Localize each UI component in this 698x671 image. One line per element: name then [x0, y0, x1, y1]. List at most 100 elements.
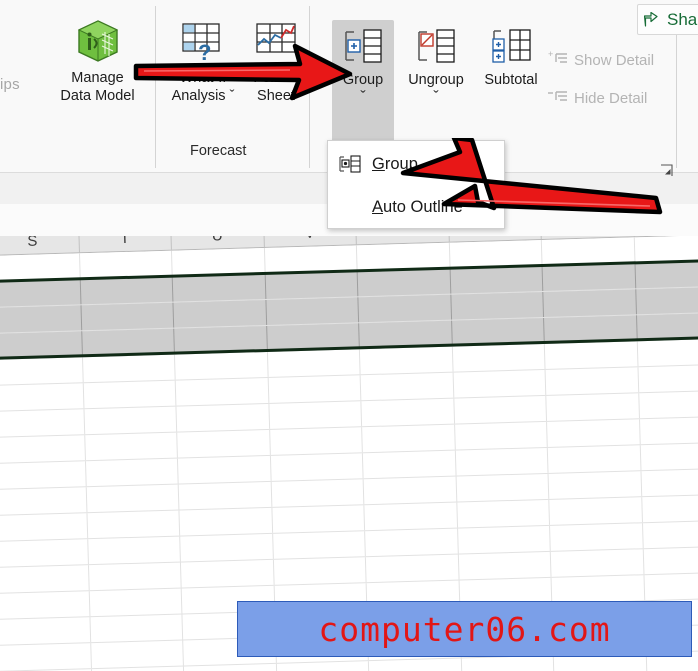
cell[interactable] [177, 455, 272, 484]
cell[interactable] [452, 343, 546, 372]
cell[interactable] [549, 497, 643, 525]
menu-item-group[interactable]: Group... [328, 144, 506, 184]
cell[interactable] [362, 424, 456, 453]
cell[interactable] [80, 276, 174, 305]
cell[interactable] [0, 487, 87, 515]
chevron-down-icon[interactable]: ˇ [332, 89, 394, 107]
cell[interactable] [362, 450, 457, 479]
cell[interactable] [265, 271, 359, 299]
cell[interactable] [454, 421, 548, 450]
cell[interactable] [88, 562, 182, 591]
cell[interactable] [637, 338, 698, 367]
cell[interactable] [82, 354, 176, 383]
cell[interactable] [638, 364, 698, 393]
cell[interactable] [359, 346, 454, 375]
group-button[interactable]: Group ˇ [332, 20, 394, 142]
cell[interactable] [457, 525, 551, 554]
cell[interactable] [642, 520, 698, 549]
cell[interactable] [267, 349, 361, 377]
cell[interactable] [0, 513, 88, 541]
cell[interactable] [0, 409, 85, 437]
cell[interactable] [173, 299, 267, 328]
cell[interactable] [545, 367, 639, 395]
cell[interactable] [635, 260, 698, 289]
cell[interactable] [634, 236, 698, 263]
cell[interactable] [551, 575, 645, 603]
cell[interactable] [364, 502, 458, 531]
cell[interactable] [461, 655, 555, 671]
cell[interactable] [86, 510, 181, 539]
cell[interactable] [84, 432, 178, 461]
cell[interactable] [180, 533, 274, 562]
cell[interactable] [644, 572, 698, 601]
cell[interactable] [547, 419, 641, 447]
cell[interactable] [365, 528, 459, 557]
column-header-s[interactable]: S [0, 236, 80, 255]
cell[interactable] [450, 291, 545, 320]
cell[interactable] [87, 536, 181, 565]
cell[interactable] [0, 305, 82, 333]
cell[interactable] [180, 559, 275, 588]
cell[interactable] [640, 442, 698, 471]
cell[interactable] [271, 505, 366, 533]
cell[interactable] [85, 458, 179, 487]
cell[interactable] [641, 494, 698, 523]
cell[interactable] [544, 341, 638, 369]
cell[interactable] [175, 377, 269, 406]
share-button[interactable]: Sha [637, 4, 698, 35]
cell[interactable] [80, 302, 175, 331]
cell[interactable] [265, 297, 360, 325]
column-header-t[interactable]: T [78, 236, 172, 253]
cell[interactable] [361, 398, 455, 427]
cell[interactable] [0, 383, 84, 411]
cell[interactable] [271, 479, 365, 507]
cell[interactable] [276, 661, 370, 671]
subtotal-button[interactable]: Subtotal [474, 26, 548, 89]
cell[interactable] [0, 565, 90, 593]
cell[interactable] [178, 481, 272, 510]
cell[interactable] [550, 523, 644, 551]
cell[interactable] [89, 588, 183, 617]
cell[interactable] [458, 551, 552, 580]
chevron-down-icon[interactable]: ˇ [230, 88, 235, 104]
cell[interactable] [89, 614, 184, 643]
cell[interactable] [0, 539, 89, 567]
cell[interactable] [450, 265, 544, 294]
cell[interactable] [0, 279, 81, 307]
cell[interactable] [643, 546, 698, 575]
cell[interactable] [0, 357, 84, 385]
cell[interactable] [547, 445, 641, 473]
cell[interactable] [0, 435, 86, 463]
cell[interactable] [179, 507, 273, 536]
dialog-launcher-icon[interactable] [660, 164, 673, 177]
cell[interactable] [177, 429, 271, 458]
cell[interactable] [639, 416, 698, 445]
cell[interactable] [268, 401, 363, 429]
cell[interactable] [456, 499, 551, 528]
cell[interactable] [172, 273, 266, 302]
cell[interactable] [0, 617, 91, 645]
cell[interactable] [272, 531, 366, 559]
cell[interactable] [641, 468, 698, 497]
ungroup-button[interactable]: Ungroup ˇ [398, 26, 474, 107]
cell[interactable] [174, 351, 269, 380]
cell[interactable] [90, 640, 184, 669]
cell[interactable] [368, 658, 463, 671]
cell[interactable] [550, 549, 644, 577]
cell[interactable] [86, 484, 180, 513]
cell[interactable] [453, 395, 548, 424]
cell[interactable] [365, 554, 460, 583]
cell[interactable] [546, 393, 640, 421]
cell[interactable] [273, 557, 367, 585]
cell[interactable] [548, 471, 642, 499]
cell[interactable] [638, 390, 698, 419]
cell[interactable] [270, 453, 364, 481]
what-if-analysis-button[interactable]: ? What-If Analysis ˇ [163, 20, 243, 105]
cell[interactable] [542, 263, 636, 291]
cell[interactable] [455, 447, 549, 476]
chevron-down-icon[interactable]: ˇ [398, 89, 474, 107]
manage-data-model-button[interactable]: Manage Data Model [40, 18, 155, 105]
group-dropdown-menu[interactable]: Group... Auto Outline [327, 140, 505, 229]
cell[interactable] [543, 289, 637, 317]
menu-item-auto-outline[interactable]: Auto Outline [328, 187, 506, 227]
